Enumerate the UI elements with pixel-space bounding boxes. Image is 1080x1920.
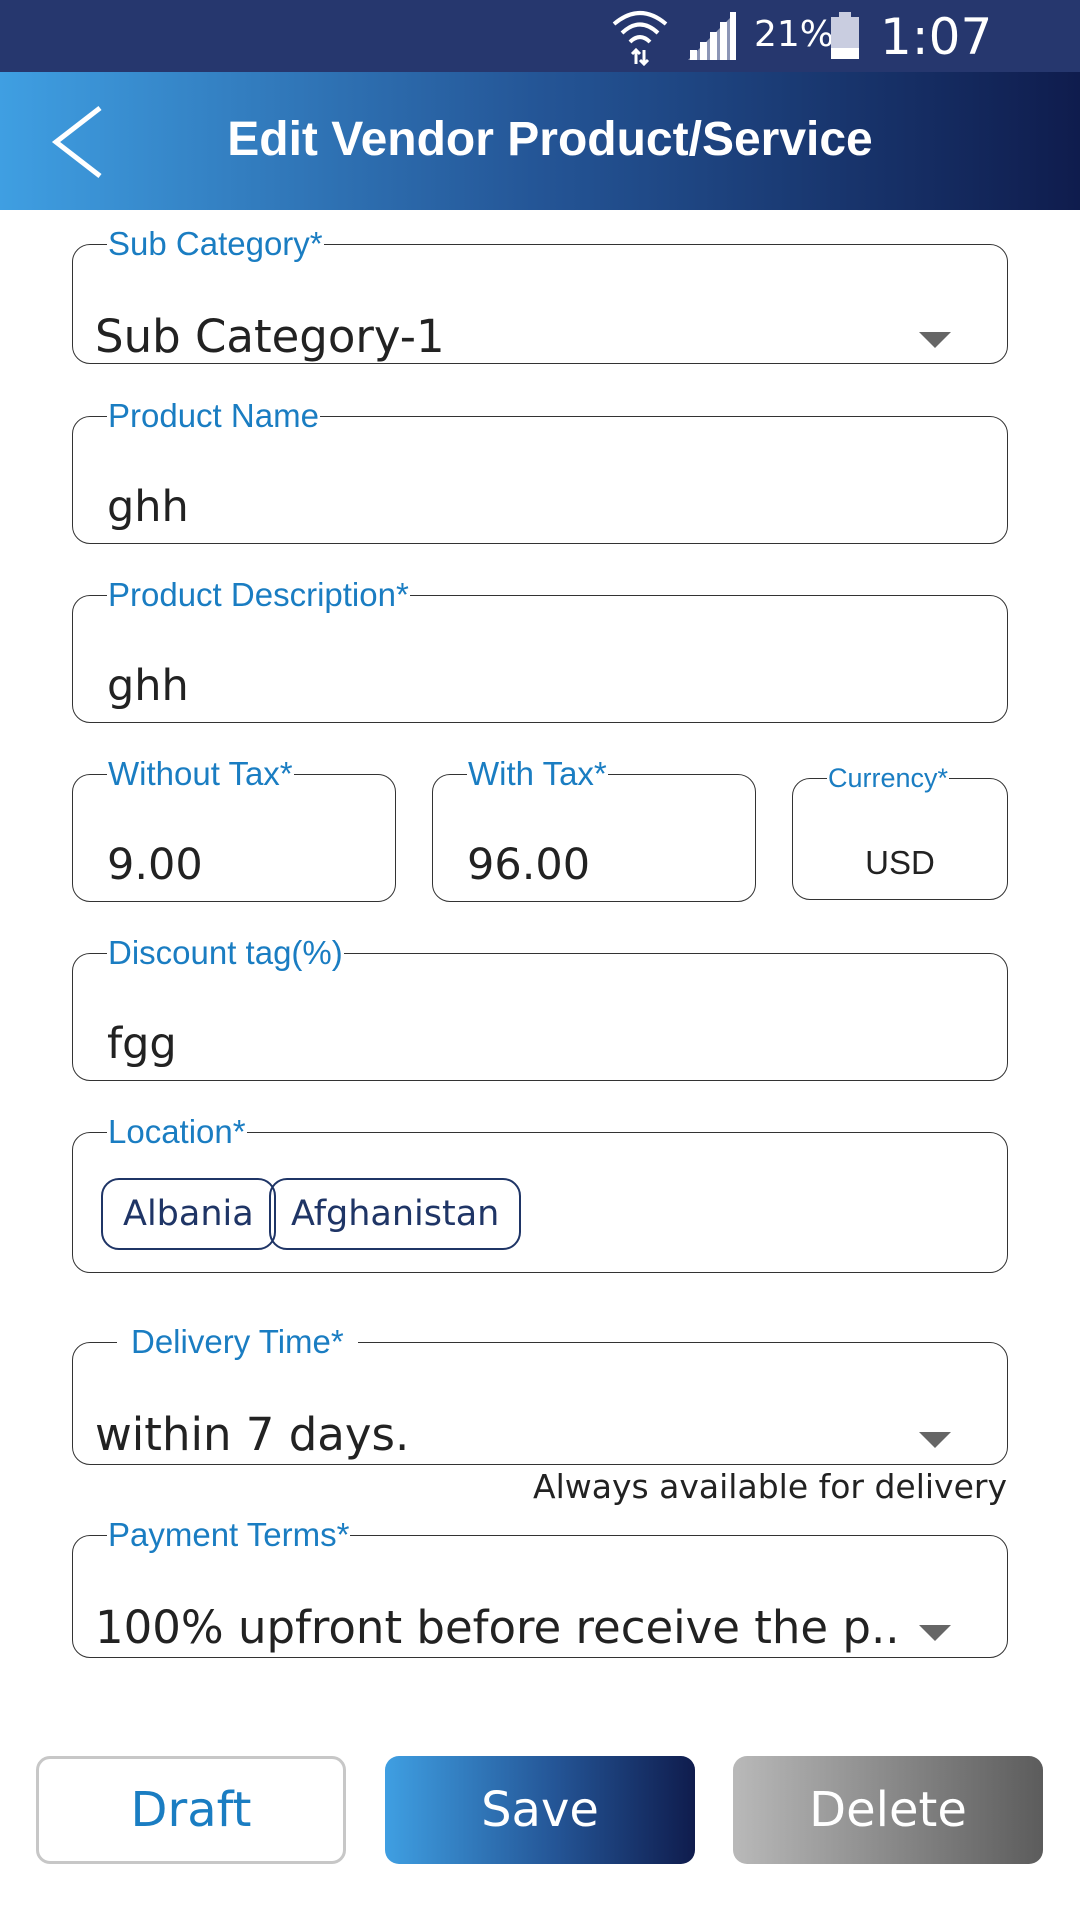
status-bar: 21% 1:07 PM (0, 0, 1080, 124)
discount-tag-value: fgg (107, 1019, 177, 1069)
battery-percent: 21% (754, 14, 835, 55)
draft-button[interactable]: Draft (36, 1756, 346, 1864)
chevron-down-icon (919, 1625, 951, 1641)
product-name-label: Product Name (108, 397, 319, 434)
discount-tag-label: Discount tag(%) (108, 934, 343, 971)
battery-icon (831, 12, 859, 59)
app-bar: Edit Vendor Product/Service (0, 72, 1080, 210)
payment-terms-value: 100% upfront before receive the p.. (95, 1601, 900, 1654)
delete-button[interactable]: Delete (733, 1756, 1043, 1864)
product-name-value: ghh (107, 482, 189, 532)
payment-terms-dropdown[interactable]: Payment Terms* 100% upfront before recei… (72, 1517, 1008, 1658)
product-name-field[interactable]: Product Name ghh (72, 398, 1008, 544)
payment-terms-label: Payment Terms* (108, 1516, 350, 1553)
location-chip-afghanistan[interactable]: Afghanistan (269, 1178, 522, 1250)
sub-category-label: Sub Category* (108, 225, 323, 262)
signal-icon (688, 12, 736, 60)
sub-category-dropdown[interactable]: Sub Category* Sub Category-1 (72, 226, 1008, 364)
location-label: Location* (108, 1113, 246, 1150)
currency-field[interactable]: Currency* USD (792, 760, 1008, 900)
without-tax-value: 9.00 (107, 840, 203, 890)
currency-value: USD (865, 844, 935, 881)
chevron-down-icon (919, 1432, 951, 1448)
save-button[interactable]: Save (385, 1756, 695, 1864)
sub-category-value: Sub Category-1 (95, 310, 445, 363)
product-description-label: Product Description* (108, 576, 409, 613)
location-field[interactable]: Location* Albania Afghanistan (72, 1114, 1008, 1273)
delivery-helper-text: Always available for delivery (533, 1467, 1007, 1506)
delivery-time-label: Delivery Time* (131, 1323, 344, 1360)
wifi-icon (612, 11, 668, 66)
location-chip-albania[interactable]: Albania (101, 1178, 276, 1250)
discount-tag-field[interactable]: Discount tag(%) fgg (72, 935, 1008, 1081)
currency-label: Currency* (828, 763, 949, 793)
with-tax-value: 96.00 (467, 840, 591, 890)
without-tax-field[interactable]: Without Tax* 9.00 (72, 756, 396, 902)
with-tax-field[interactable]: With Tax* 96.00 (432, 756, 756, 902)
page-title: Edit Vendor Product/Service (227, 113, 873, 166)
chevron-down-icon (919, 332, 951, 348)
without-tax-label: Without Tax* (108, 755, 293, 792)
with-tax-label: With Tax* (468, 755, 607, 792)
product-description-field[interactable]: Product Description* ghh (72, 577, 1008, 723)
delivery-time-value: within 7 days. (95, 1408, 410, 1461)
delivery-time-dropdown[interactable]: Delivery Time* within 7 days. (72, 1324, 1008, 1465)
product-description-value: ghh (107, 661, 189, 711)
